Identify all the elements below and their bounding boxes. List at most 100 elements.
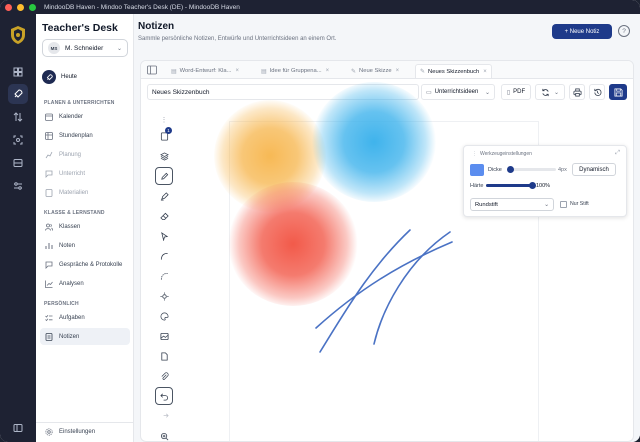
lasso-icon[interactable] — [155, 267, 173, 285]
user-switcher[interactable]: MS M. Schneider ⌄ — [42, 39, 128, 57]
layers-icon[interactable] — [155, 147, 173, 165]
sidebar-item-analysen[interactable]: Analysen — [40, 275, 130, 292]
page-title: Notizen — [138, 21, 175, 32]
sidebar-item-stundenplan[interactable]: Stundenplan — [40, 127, 130, 144]
sync-menu-button[interactable]: ⌄ — [535, 84, 565, 100]
sidebar-item-planung[interactable]: Planung — [40, 146, 130, 163]
thickness-slider[interactable] — [506, 166, 556, 173]
sidebar-item-materialien[interactable]: Materialien — [40, 184, 130, 201]
today-button[interactable]: Heute — [42, 70, 77, 84]
undo-icon[interactable] — [155, 387, 173, 405]
sidebar-item-unterricht[interactable]: Unterricht — [40, 165, 130, 182]
sidebar-toggle-icon[interactable] — [147, 65, 157, 75]
image-icon[interactable] — [155, 327, 173, 345]
rail-launch-icon[interactable] — [8, 84, 28, 104]
page-subtitle: Sammle persönliche Notizen, Entwürfe und… — [138, 36, 337, 42]
section-plan-teach: PLANEN & UNTERRICHTEN — [44, 100, 115, 106]
rail-collapse-icon[interactable] — [8, 418, 28, 438]
planning-icon — [44, 150, 54, 160]
sidebar-item-einstellungen[interactable]: Einstellungen — [40, 423, 130, 440]
select-pointer-icon[interactable] — [155, 227, 173, 245]
tab-idee-gruppenarbeit[interactable]: ▤ Idee für Gruppena... × — [257, 64, 333, 78]
history-button[interactable] — [589, 84, 605, 100]
help-icon[interactable]: ? — [618, 25, 630, 37]
palette-icon[interactable] — [155, 307, 173, 325]
sidebar-item-gespraeche[interactable]: Gespräche & Protokolle — [40, 256, 130, 273]
minimize-window-button[interactable] — [17, 3, 24, 11]
pdf-label: PDF — [513, 89, 526, 95]
thickness-label: Dicke — [488, 167, 502, 173]
thickness-knob[interactable] — [506, 166, 514, 173]
sidebar-item-klassen[interactable]: Klassen — [40, 218, 130, 235]
print-button[interactable] — [569, 84, 585, 100]
tasks-icon — [44, 313, 54, 323]
attachment-icon[interactable] — [155, 367, 173, 385]
sketch-icon: ✎ — [420, 69, 426, 75]
tab-neues-skizzenbuch[interactable]: ✎ Neues Skizzenbuch × — [415, 64, 492, 78]
pen-only-checkbox[interactable] — [560, 201, 567, 208]
pen-only-label: Nur Stift — [570, 201, 589, 207]
close-window-button[interactable] — [5, 3, 12, 11]
close-tab-icon[interactable]: × — [483, 69, 487, 75]
hardness-slider[interactable] — [486, 182, 536, 189]
close-tab-icon[interactable]: × — [235, 68, 239, 74]
curve-tool-icon[interactable] — [155, 247, 173, 265]
tab-neue-skizze[interactable]: ✎ Neue Skizze × — [347, 64, 403, 78]
sidebar-item-noten[interactable]: Noten — [40, 237, 130, 254]
sidebar-item-label: Noten — [59, 242, 76, 249]
rocket-icon — [42, 70, 56, 84]
app-window: MindooDB Haven - Mindoo Teacher's Desk (… — [0, 0, 640, 442]
redo-icon[interactable] — [155, 407, 173, 425]
brightness-icon[interactable] — [155, 287, 173, 305]
sidebar: Teacher's Desk MS M. Schneider ⌄ Heute P… — [36, 14, 134, 442]
sidebar-item-label: Stundenplan — [59, 132, 93, 139]
chevron-down-icon: ⌄ — [484, 89, 490, 96]
dynamic-button[interactable]: Dynamisch — [572, 163, 616, 176]
sidebar-item-label: Analysen — [59, 280, 84, 287]
layers-page-icon[interactable]: 1 — [155, 127, 173, 145]
sidebar-item-kalender[interactable]: Kalender — [40, 108, 130, 125]
rail-settings-sliders-icon[interactable] — [8, 176, 28, 196]
pen-tool-icon[interactable] — [155, 167, 173, 185]
save-button[interactable] — [609, 84, 627, 100]
highlighter-icon[interactable] — [155, 187, 173, 205]
zoom-window-button[interactable] — [29, 3, 36, 11]
color-swatch[interactable] — [470, 164, 484, 176]
sidebar-item-label: Materialien — [59, 189, 89, 196]
lesson-icon — [44, 169, 54, 179]
rail-transfer-icon[interactable] — [8, 107, 28, 127]
sidebar-item-label: Klassen — [59, 223, 81, 230]
gear-icon — [44, 427, 54, 437]
document-icon: ▤ — [261, 68, 267, 75]
close-tab-icon[interactable]: × — [326, 68, 330, 74]
tab-word-entwurf[interactable]: ▤ Word-Entwurf: Kla... × — [167, 64, 243, 78]
rail-storage-icon[interactable] — [8, 153, 28, 173]
analytics-icon — [44, 279, 54, 289]
pen-type-select[interactable]: Rundstift ⌄ — [470, 198, 554, 211]
chevron-down-icon: ⌄ — [553, 89, 560, 96]
chevron-down-icon: ⌄ — [116, 45, 122, 52]
chevron-down-icon: ⌄ — [544, 201, 549, 208]
pdf-button[interactable]: ▯ PDF — [501, 84, 531, 100]
page-icon[interactable] — [155, 347, 173, 365]
close-tab-icon[interactable]: × — [396, 68, 400, 74]
pen-type-value: Rundstift — [475, 201, 498, 208]
layer-count-badge: 1 — [165, 127, 172, 134]
grades-icon — [44, 241, 54, 251]
sidebar-item-aufgaben[interactable]: Aufgaben — [40, 309, 130, 326]
hardness-knob[interactable] — [528, 182, 536, 189]
drag-handle-icon[interactable]: ⋮ — [472, 151, 477, 157]
eraser-icon[interactable] — [155, 207, 173, 225]
zoom-in-icon[interactable] — [155, 427, 173, 441]
sidebar-item-notizen[interactable]: Notizen — [40, 328, 130, 345]
classes-icon — [44, 222, 54, 232]
category-select[interactable]: ▭ Unterrichtsideen ⌄ — [421, 84, 495, 100]
section-personal: PERSÖNLICH — [44, 301, 79, 307]
new-note-button[interactable]: + Neue Notiz — [552, 24, 612, 39]
avatar: MS — [48, 42, 60, 54]
notes-icon — [44, 332, 54, 342]
expand-icon[interactable]: ⤢ — [615, 150, 620, 157]
rail-focus-icon[interactable] — [8, 130, 28, 150]
rail-dashboard-icon[interactable] — [8, 62, 28, 82]
printer-icon — [572, 87, 582, 97]
